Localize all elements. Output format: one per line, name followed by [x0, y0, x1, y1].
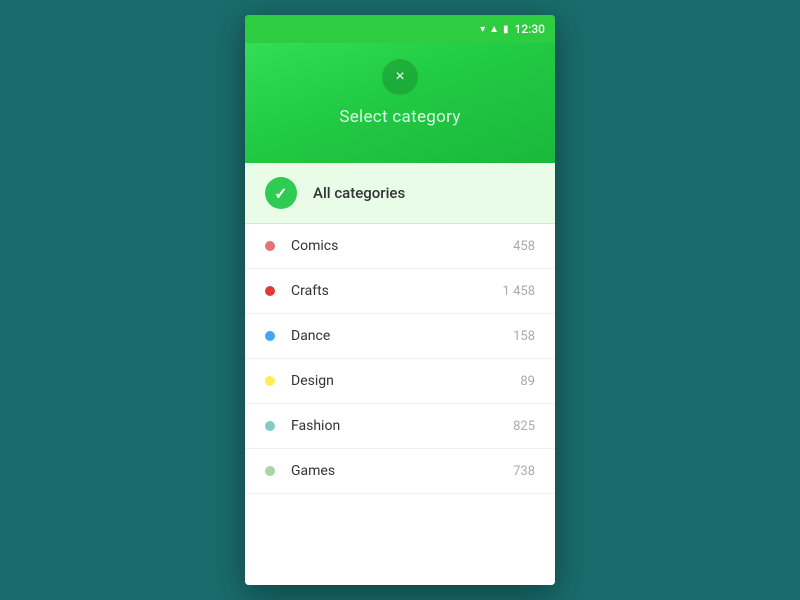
close-button[interactable]: ×	[382, 59, 418, 95]
category-count-label: 89	[520, 374, 535, 389]
status-bar: ▾ ▲ ▮ 12:30	[245, 15, 555, 43]
category-name-label: Design	[291, 373, 504, 389]
check-circle-icon	[265, 177, 297, 209]
all-categories-label: All categories	[313, 184, 535, 202]
category-dot-icon	[265, 286, 275, 296]
list-item[interactable]: Games 738	[245, 449, 555, 494]
phone-container: ▾ ▲ ▮ 12:30 × Select category All catego…	[245, 15, 555, 585]
category-dot-icon	[265, 466, 275, 476]
category-name-label: Fashion	[291, 418, 497, 434]
category-name-label: Crafts	[291, 283, 487, 299]
category-name-label: Comics	[291, 238, 497, 254]
category-dot-icon	[265, 421, 275, 431]
header-area: × Select category	[245, 43, 555, 163]
category-count-label: 1 458	[503, 284, 535, 299]
battery-icon: ▮	[503, 24, 509, 35]
category-dot-icon	[265, 376, 275, 386]
list-item[interactable]: Crafts 1 458	[245, 269, 555, 314]
category-dot-icon	[265, 241, 275, 251]
close-icon: ×	[395, 68, 404, 86]
status-icons: ▾ ▲ ▮	[480, 24, 508, 35]
category-list: Comics 458 Crafts 1 458 Dance 158 Design 89 Fash…	[245, 224, 555, 585]
signal-icon: ▲	[489, 24, 499, 35]
all-categories-row[interactable]: All categories	[245, 163, 555, 224]
list-item[interactable]: Comics 458	[245, 224, 555, 269]
category-count-label: 738	[513, 464, 535, 479]
category-name-label: Games	[291, 463, 497, 479]
category-count-label: 458	[513, 239, 535, 254]
list-item[interactable]: Dance 158	[245, 314, 555, 359]
category-dot-icon	[265, 331, 275, 341]
list-item[interactable]: Fashion 825	[245, 404, 555, 449]
category-name-label: Dance	[291, 328, 497, 344]
category-count-label: 158	[513, 329, 535, 344]
wifi-icon: ▾	[480, 24, 485, 35]
list-item[interactable]: Design 89	[245, 359, 555, 404]
dialog-title: Select category	[339, 107, 460, 127]
category-count-label: 825	[513, 419, 535, 434]
status-time: 12:30	[515, 22, 545, 36]
